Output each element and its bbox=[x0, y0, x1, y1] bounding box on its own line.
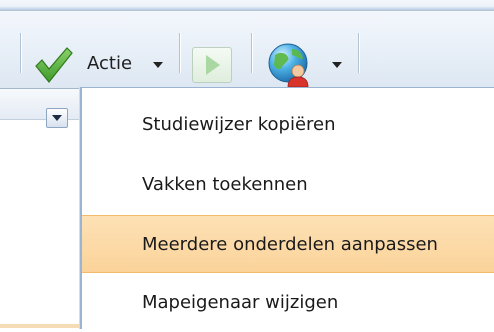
menu-item-meerdere-onderdelen-aanpassen[interactable]: Meerdere onderdelen aanpassen bbox=[82, 215, 494, 273]
menu-item-mapeigenaar-wijzigen[interactable]: Mapeigenaar wijzigen bbox=[82, 274, 494, 332]
window-top-border bbox=[0, 0, 494, 11]
chevron-down-icon[interactable] bbox=[153, 62, 163, 68]
toolbar-separator bbox=[251, 33, 252, 73]
globe-user-icon[interactable] bbox=[268, 41, 312, 89]
column-header bbox=[0, 89, 80, 120]
toolbar-separator bbox=[179, 33, 180, 73]
chevron-down-icon[interactable] bbox=[332, 62, 342, 68]
menu-item-label: Mapeigenaar wijzigen bbox=[142, 292, 339, 313]
menu-item-studiewijzer-kopieren[interactable]: Studiewijzer kopiëren bbox=[82, 96, 494, 154]
menu-item-label: Studiewijzer kopiëren bbox=[142, 114, 336, 135]
column-dropdown-button[interactable] bbox=[46, 108, 68, 128]
actie-dropdown-menu: Studiewijzer kopiëren Vakken toekennen M… bbox=[80, 87, 494, 329]
toolbar-separator bbox=[358, 33, 359, 73]
play-button[interactable] bbox=[192, 47, 232, 83]
row-highlight-strip bbox=[0, 324, 80, 328]
menu-item-label: Vakken toekennen bbox=[142, 174, 308, 195]
toolbar-separator bbox=[20, 33, 21, 73]
toolbar: Actie bbox=[0, 11, 494, 89]
left-panel bbox=[0, 89, 80, 328]
menu-item-vakken-toekennen[interactable]: Vakken toekennen bbox=[82, 156, 494, 214]
actie-label: Actie bbox=[87, 53, 133, 74]
play-icon bbox=[206, 55, 220, 75]
actie-menu-button[interactable]: Actie bbox=[87, 53, 132, 74]
check-icon[interactable] bbox=[33, 45, 73, 85]
chevron-down-icon bbox=[52, 115, 62, 121]
menu-item-label: Meerdere onderdelen aanpassen bbox=[142, 234, 438, 255]
